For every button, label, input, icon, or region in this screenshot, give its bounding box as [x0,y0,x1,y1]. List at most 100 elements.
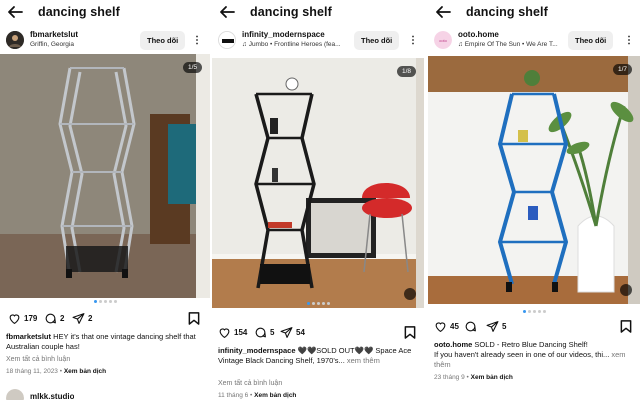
view-comments-link[interactable]: Xem tất cả bình luận [6,356,70,363]
more-options-icon[interactable]: ⋮ [192,34,202,48]
carousel-dots [0,300,210,304]
post-meta: 11 tháng 6 • Xem bản dịch [218,392,297,399]
like-button[interactable]: 45 [434,320,459,333]
carousel-dot [326,302,330,305]
caption-username[interactable]: fbmarketslut [6,332,51,341]
see-translation-link[interactable]: Xem bản dịch [64,368,106,375]
comment-button[interactable]: 5 [254,326,274,339]
carousel-dot [316,302,320,305]
like-count: 154 [234,328,248,337]
share-button[interactable]: 54 [280,326,305,339]
post-caption: fbmarketslut HEY it's that one vintage d… [6,332,206,352]
username[interactable]: ooto.home [458,30,499,39]
see-more-link[interactable]: xem thêm [347,356,380,365]
view-comments-link[interactable]: Xem tất cả bình luận [218,380,282,387]
see-translation-link[interactable]: Xem bản dịch [254,392,296,399]
post-header: ooto ooto.home ♫ Empire Of The Sun • We … [428,28,640,54]
post-meta: 18 tháng 11, 2023 • Xem bản dịch [6,368,107,375]
post-date: 11 tháng 6 [218,392,249,399]
post-image[interactable]: 1/8 [212,58,424,308]
carousel-dot [321,302,325,305]
carousel-dot [108,300,112,303]
post-panel-1: dancing shelf fbmarketslut Griffin, Geor… [0,0,210,400]
heart-icon [219,328,230,339]
follow-button[interactable]: Theo dõi [140,31,186,50]
carousel-dot [532,310,536,313]
heart-icon [435,322,446,333]
bookmark-icon[interactable] [620,320,632,333]
post-date: 18 tháng 11, 2023 [6,368,58,375]
bookmark-icon[interactable] [188,312,200,325]
caption-username[interactable]: infinity_modernspace [218,346,296,355]
audio-track[interactable]: ♫ Empire Of The Sun • We Are T... [458,41,558,48]
follow-button[interactable]: Theo dõi [568,31,614,50]
carousel-dot [93,300,97,303]
location[interactable]: Griffin, Georgia [30,41,74,48]
comment-button[interactable]: 2 [44,312,64,325]
avatar[interactable] [6,31,24,49]
avatar[interactable] [6,389,24,400]
username[interactable]: mlkk.studio [30,392,74,400]
comment-icon [45,313,56,324]
post-image[interactable]: 1/5 [0,54,210,298]
post-image[interactable]: 1/7 [428,56,640,304]
shelf-photo [428,56,640,304]
send-icon [280,327,293,338]
avatar[interactable] [218,31,236,49]
share-button[interactable]: 2 [72,312,92,325]
search-header: dancing shelf [428,0,640,26]
username[interactable]: fbmarketslut [30,30,78,39]
post-meta: 23 tháng 9 • Xem bản dịch [434,374,513,381]
share-button[interactable]: 5 [486,320,506,333]
post-caption: ooto.home SOLD - Retro Blue Dancing Shel… [434,340,636,370]
bookmark-icon[interactable] [404,326,416,339]
shelf-photo [212,58,424,308]
carousel-dot [527,310,531,313]
post-panel-2: dancing shelf infinity_modernspace ♫ Jum… [212,0,424,400]
follow-button[interactable]: Theo dõi [354,31,400,50]
caption-text-line2: If you haven't already seen in one of ou… [434,350,610,359]
send-icon [72,313,85,324]
like-count: 45 [450,322,459,331]
mute-icon[interactable] [620,284,632,296]
image-counter: 1/8 [396,66,416,77]
more-options-icon[interactable]: ⋮ [408,34,418,48]
next-post-header: mlkk.studio [0,388,210,400]
search-header: dancing shelf [0,0,210,26]
post-actions: 154 5 54 [212,326,424,342]
caption-text: SOLD - Retro Blue Dancing Shelf! [474,340,588,349]
post-header: infinity_modernspace ♫ Jumbo • Frontline… [212,28,424,54]
more-options-icon[interactable]: ⋮ [624,34,634,48]
audio-track[interactable]: ♫ Jumbo • Frontline Heroes (fea... [242,41,341,48]
share-count: 5 [502,322,507,331]
comment-count: 5 [270,328,275,337]
post-actions: 45 5 [428,320,640,336]
comment-button[interactable] [464,320,477,333]
avatar[interactable]: ooto [434,31,452,49]
mute-icon[interactable] [404,288,416,300]
carousel-dot [311,302,315,305]
back-arrow-icon[interactable] [218,3,236,21]
like-button[interactable]: 179 [8,312,37,325]
post-panel-3: dancing shelf ooto ooto.home ♫ Empire Of… [428,0,640,400]
carousel-dot [537,310,541,313]
search-title: dancing shelf [466,5,548,19]
see-translation-link[interactable]: Xem bản dịch [471,374,513,381]
like-count: 179 [24,314,38,323]
carousel-dots [212,302,424,306]
share-count: 54 [296,328,305,337]
back-arrow-icon[interactable] [434,3,452,21]
like-button[interactable]: 154 [218,326,247,339]
post-actions: 179 2 2 [0,312,210,328]
comment-icon [255,327,266,338]
comment-count: 2 [60,314,65,323]
post-caption: infinity_modernspace 🖤🖤SOLD OUT🖤🖤 Space … [218,346,418,366]
username[interactable]: infinity_modernspace [242,30,325,39]
caption-username[interactable]: ooto.home [434,340,472,349]
carousel-dot [103,300,107,303]
comment-icon [465,321,476,332]
back-arrow-icon[interactable] [6,3,24,21]
carousel-dot [522,310,526,313]
music-note-icon: ♫ [458,41,465,48]
audio-track-label: Jumbo • Frontline Heroes (fea... [248,41,341,48]
